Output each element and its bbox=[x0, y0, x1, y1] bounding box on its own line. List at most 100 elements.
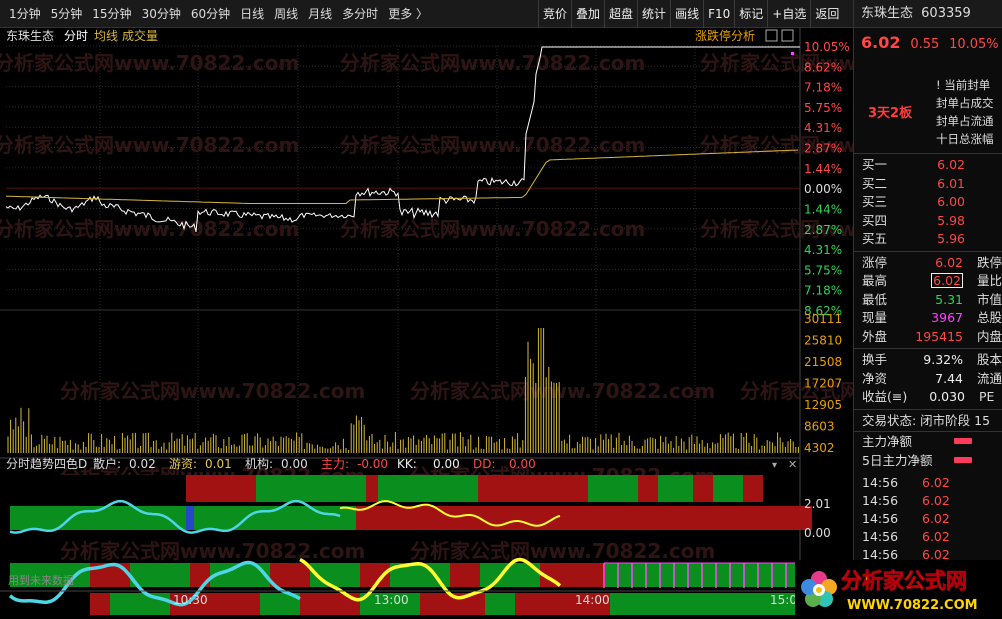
indicator-label: 主力: bbox=[321, 457, 349, 471]
indicator-block bbox=[478, 475, 588, 502]
indicator-header: 分时趋势四色D 散户: 0.02 游资: 0.01 机构: 0.00 主力: -0.00 KK: 0… bbox=[6, 456, 536, 471]
indicator-block bbox=[130, 563, 190, 587]
collapse-icon[interactable]: ▾ bbox=[772, 460, 777, 471]
toolbar-button[interactable]: 统计 bbox=[637, 0, 670, 28]
indicator-block bbox=[256, 475, 366, 502]
average-line bbox=[5, 149, 799, 204]
order-row[interactable]: 买四 5.98 bbox=[854, 212, 1002, 231]
pct-tick-label: 5.75% bbox=[804, 101, 842, 115]
quote-value: 5.31 bbox=[935, 291, 963, 307]
legend-item: 成交量 bbox=[122, 28, 158, 43]
intraday-chart[interactable]: 分析家公式网www.70822.com 分析家公式网www.70822.com 分析… bbox=[0, 28, 1002, 619]
stock-code: 603359 bbox=[921, 6, 971, 21]
last-price: 6.02 bbox=[861, 33, 901, 52]
indicator-value: 0.02 bbox=[129, 457, 156, 471]
stat-label: 净资 bbox=[862, 370, 888, 386]
stat-label: 换手 bbox=[862, 352, 888, 367]
toolbar-button[interactable]: 超盘 bbox=[604, 0, 637, 28]
watermark-text: 分析家公式网www.70822.com bbox=[0, 133, 299, 157]
indicator-value: 0.00 bbox=[281, 457, 308, 471]
indicator-block bbox=[658, 475, 693, 502]
stock-name: 东珠生态 bbox=[861, 6, 914, 21]
toolbar-button[interactable]: 返回 bbox=[810, 0, 843, 28]
period-tab[interactable]: 周线 bbox=[269, 0, 303, 28]
toolbar-button[interactable]: +自选 bbox=[767, 0, 810, 28]
period-tab[interactable]: 30分钟 bbox=[137, 0, 186, 28]
stat-label-right: 流通 bbox=[976, 370, 1002, 386]
order-row[interactable]: 买三 6.00 bbox=[854, 193, 1002, 212]
toolbar-button[interactable]: 标记 bbox=[734, 0, 767, 28]
indicator-label: DD: bbox=[473, 457, 496, 471]
close-icon[interactable]: ✕ bbox=[788, 458, 797, 471]
quote-row: 外盘 195415 内盘 bbox=[854, 328, 1002, 347]
tick-price: 6.02 bbox=[922, 528, 950, 544]
period-tab[interactable]: 日线 bbox=[235, 0, 269, 28]
limit-analysis-link[interactable]: 涨跌停分析 bbox=[695, 28, 755, 43]
toolbar-button[interactable]: 竞价 bbox=[538, 0, 571, 28]
indicator-value: 0.00 bbox=[433, 457, 460, 471]
quote-value-cell: 3967 bbox=[909, 309, 963, 328]
period-tabs: 1分钟 5分钟 15分钟 30分钟 60分钟 日线 周线 月线 多分时 更多 〉 bbox=[0, 0, 434, 28]
legend-item: 分时 bbox=[64, 29, 88, 43]
quote-panel: 东珠生态 603359 6.02 0.55 10.05% 3天2板 ! 当前封单… bbox=[853, 0, 1002, 619]
indicator-block bbox=[270, 563, 310, 587]
period-tab[interactable]: 60分钟 bbox=[186, 0, 235, 28]
period-tab[interactable]: 多分时 bbox=[337, 0, 383, 28]
quote-label: 外盘 bbox=[862, 328, 888, 344]
quote-value-cell: 195415 bbox=[909, 328, 963, 347]
toolbar-button[interactable]: 叠加 bbox=[571, 0, 604, 28]
tick-price: 6.02 bbox=[922, 510, 950, 526]
flow-label: 5日主力净额 bbox=[862, 452, 933, 468]
seal-info-line: 封单占成交 bbox=[936, 96, 994, 110]
indicator-block bbox=[450, 563, 480, 587]
tick-row: 14:56 6.02 bbox=[854, 474, 1002, 492]
indicator-title: 分时趋势四色D bbox=[6, 457, 87, 471]
order-row[interactable]: 买五 5.96 bbox=[854, 230, 1002, 249]
legend-item: 均线 bbox=[94, 29, 118, 43]
chart-area[interactable]: 分析家公式网www.70822.com 分析家公式网www.70822.com 分析… bbox=[0, 28, 1002, 619]
tick-time: 14:56 bbox=[862, 510, 899, 526]
time-tick-label: 10:30 bbox=[173, 593, 208, 607]
indicator-block bbox=[186, 506, 194, 530]
indicator-label: KK: bbox=[397, 457, 417, 471]
config-icon[interactable] bbox=[781, 29, 794, 42]
indicator-block bbox=[10, 475, 186, 502]
indicator-block bbox=[186, 475, 256, 502]
price-line: 6.02 0.55 10.05% bbox=[854, 28, 1002, 58]
flow-row[interactable]: 5日主力净额 bbox=[854, 451, 1002, 470]
order-row[interactable]: 买二 6.01 bbox=[854, 175, 1002, 194]
period-tab[interactable]: 5分钟 bbox=[46, 0, 88, 28]
period-tab[interactable]: 更多 〉 bbox=[383, 0, 434, 28]
order-row[interactable]: 买一 6.02 bbox=[854, 156, 1002, 175]
indicator-label: 散户: bbox=[93, 456, 121, 471]
tick-price: 6.02 bbox=[922, 492, 950, 508]
indicator-block bbox=[90, 593, 110, 615]
indicator-value: 0.00 bbox=[509, 457, 536, 471]
indicator-block bbox=[485, 593, 515, 615]
flow-row[interactable]: 主力净额 bbox=[854, 432, 1002, 451]
indicator-block bbox=[366, 475, 378, 502]
watermark-text: 分析家公式网www.70822.com bbox=[340, 51, 645, 75]
quote-value-cell: 5.31 bbox=[909, 291, 963, 310]
pct-tick-label: 8.62% bbox=[804, 60, 842, 74]
period-tab[interactable]: 1分钟 bbox=[4, 0, 46, 28]
watermark-text: 分析家公式网www.70822.com bbox=[60, 539, 365, 563]
indicator-label: 机构: bbox=[245, 456, 273, 471]
watermark-text: 分析家公式网www.70822.com bbox=[410, 539, 715, 563]
volume-tick-label: 21508 bbox=[804, 355, 842, 369]
snapshot-icon[interactable] bbox=[765, 29, 778, 42]
volume-axis: 30111 25810 21508 17207 12905 8603 4302 bbox=[804, 312, 842, 455]
tick-row: 14:56 6.02 bbox=[854, 510, 1002, 528]
stat-row: 净资 7.44 流通 bbox=[854, 370, 1002, 389]
flow-bar bbox=[954, 437, 972, 444]
period-tab[interactable]: 15分钟 bbox=[87, 0, 136, 28]
order-book: 买一 6.02 买二 6.01 买三 6.00 买四 5.98 买五 5.96 bbox=[854, 154, 1002, 252]
volume-tick-label: 25810 bbox=[804, 334, 842, 348]
period-tab[interactable]: 月线 bbox=[303, 0, 337, 28]
volume-tick-label: 12905 bbox=[804, 398, 842, 412]
toolbar-button[interactable]: 画线 bbox=[670, 0, 703, 28]
logo-text: 分析家公式网 bbox=[841, 569, 967, 593]
limit-info: 3天2板 ! 当前封单 封单占成交 封单占流通 十日总涨幅 bbox=[854, 58, 1002, 154]
toolbar-button[interactable]: F10 bbox=[703, 0, 734, 28]
flower-logo: 分析家公式网 WWW.70822.COM bbox=[801, 569, 978, 613]
